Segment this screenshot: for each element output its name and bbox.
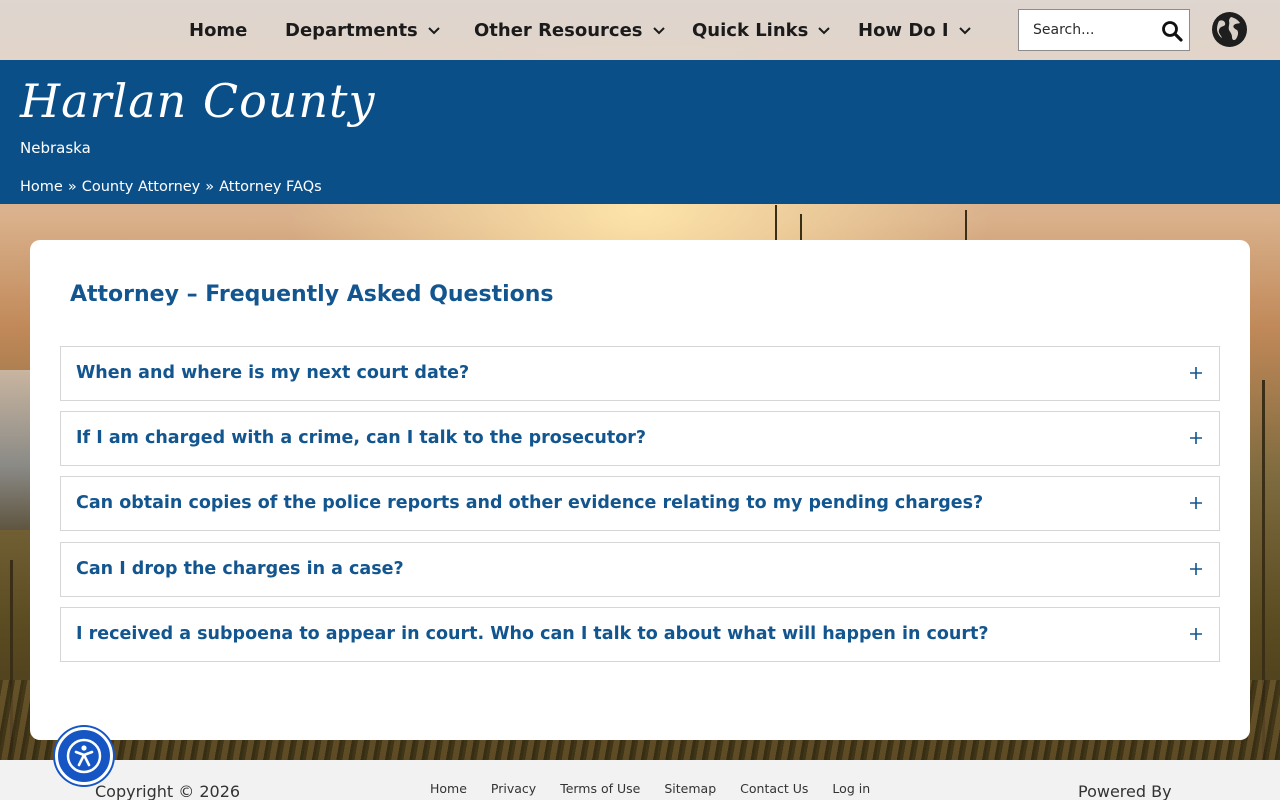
nav-item-other-resources[interactable]: Other Resources (474, 17, 667, 43)
nav-item-label: Other Resources (474, 19, 643, 41)
footer-link-sitemap[interactable]: Sitemap (664, 781, 716, 796)
footer-link-privacy[interactable]: Privacy (491, 781, 536, 796)
nav-item-label: Departments (285, 19, 418, 41)
chevron-down-icon (428, 27, 440, 35)
plus-icon (1190, 563, 1202, 575)
footer-link-terms[interactable]: Terms of Use (560, 781, 640, 796)
plus-icon (1190, 497, 1202, 509)
breadcrumb-home[interactable]: Home (20, 179, 63, 195)
breadcrumb-separator: » (205, 179, 215, 195)
faq-item[interactable]: If I am charged with a crime, can I talk… (60, 411, 1220, 466)
chevron-down-icon (958, 27, 971, 35)
faq-item[interactable]: When and where is my next court date? (60, 346, 1220, 401)
breadcrumb-county-attorney[interactable]: County Attorney (82, 179, 201, 195)
faq-question: I received a subpoena to appear in court… (76, 624, 989, 644)
site-title[interactable]: Harlan County (20, 74, 376, 128)
footer-link-home[interactable]: Home (430, 781, 467, 796)
faq-question: If I am charged with a crime, can I talk… (76, 428, 647, 448)
plus-icon (1190, 432, 1202, 444)
chevron-down-icon (652, 27, 665, 35)
search-box (1018, 9, 1190, 51)
copyright-text: Copyright © 2026 (95, 782, 241, 800)
site-header: Harlan County Nebraska Home» County Attor… (0, 60, 1280, 204)
nav-item-departments[interactable]: Departments (285, 17, 442, 43)
globe-icon[interactable] (1211, 11, 1248, 48)
breadcrumb-separator: » (67, 179, 77, 195)
nav-item-label: Quick Links (692, 19, 809, 41)
grass-stalk (775, 205, 777, 245)
site-footer: Copyright © 2026 Home Privacy Terms of U… (0, 760, 1280, 800)
nav-item-home[interactable]: Home (189, 17, 247, 43)
page-title: Attorney – Frequently Asked Questions (70, 282, 554, 307)
breadcrumb: Home» County Attorney» Attorney FAQs (20, 179, 322, 195)
faq-question: Can obtain copies of the police reports … (76, 493, 984, 513)
nav-item-quick-links[interactable]: Quick Links (692, 17, 832, 43)
top-navigation-bar: Home Departments Other Resources Quick L… (0, 0, 1280, 60)
faq-question: Can I drop the charges in a case? (76, 559, 404, 579)
accessibility-button[interactable] (55, 727, 113, 785)
search-input[interactable] (1019, 10, 1151, 50)
content-card: Attorney – Frequently Asked Questions Wh… (30, 240, 1250, 740)
footer-links: Home Privacy Terms of Use Sitemap Contac… (430, 781, 894, 796)
nav-item-label: How Do I (858, 19, 949, 41)
plus-icon (1190, 367, 1202, 379)
chevron-down-icon (818, 27, 831, 35)
faq-item[interactable]: I received a subpoena to appear in court… (60, 607, 1220, 662)
faq-item[interactable]: Can I drop the charges in a case? (60, 542, 1220, 597)
footer-link-login[interactable]: Log in (832, 781, 870, 796)
faq-item[interactable]: Can obtain copies of the police reports … (60, 476, 1220, 531)
site-subtitle: Nebraska (20, 139, 91, 157)
footer-link-contact[interactable]: Contact Us (740, 781, 808, 796)
nav-item-how-do-i[interactable]: How Do I (858, 17, 973, 43)
faq-question: When and where is my next court date? (76, 363, 470, 383)
breadcrumb-current: Attorney FAQs (219, 179, 322, 195)
powered-by-text: Powered By (1078, 782, 1172, 800)
search-icon[interactable] (1161, 20, 1183, 42)
plus-icon (1190, 628, 1202, 640)
nav-item-label: Home (189, 19, 248, 41)
accessibility-icon (66, 738, 102, 774)
